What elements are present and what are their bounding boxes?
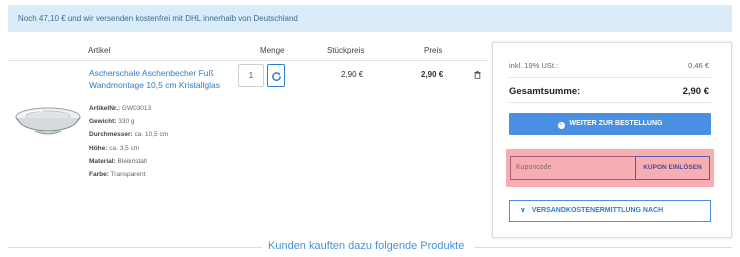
header-article: Artikel: [88, 46, 111, 55]
chevron-down-icon: ∨: [520, 207, 526, 214]
continue-to-order-button[interactable]: › WEITER ZUR BESTELLUNG: [509, 113, 711, 135]
table-divider: [8, 60, 489, 61]
product-image[interactable]: [13, 104, 83, 138]
shipping-cost-button[interactable]: ∨ VERSANDKOSTENERMITTLUNG NACH: [509, 200, 711, 222]
order-summary-panel: inkl. 19% USt.: 0,46 € Gesamtsumme: 2,90…: [492, 42, 732, 238]
line-price: 2,90 €: [421, 70, 444, 79]
meta-weight: Gewicht: 330 g: [89, 118, 135, 125]
coupon-form: Kuponcode KUPON EINLÖSEN: [506, 149, 714, 187]
shipping-cost-label: VERSANDKOSTENERMITTLUNG NACH: [531, 207, 664, 214]
unit-price: 2,90 €: [341, 70, 364, 79]
vat-value: 0,46 €: [688, 61, 709, 70]
coupon-code-input[interactable]: Kuponcode: [510, 156, 635, 180]
banner-text: Noch 47,10 € und wir versenden kostenfre…: [18, 14, 298, 23]
total-label: Gesamtsumme:: [509, 86, 581, 97]
free-shipping-banner: Noch 47,10 € und wir versenden kostenfre…: [8, 5, 732, 32]
quantity-input[interactable]: 1: [238, 64, 264, 87]
section-divider-right: [475, 247, 732, 248]
meta-material: Material: Bleikristall: [89, 158, 147, 165]
meta-height: Höhe: ca. 3,5 cm: [89, 145, 140, 152]
trash-icon[interactable]: [474, 71, 481, 79]
meta-diameter: Durchmesser: ca. 10,5 cm: [89, 131, 169, 138]
continue-to-order-label: WEITER ZUR BESTELLUNG: [569, 120, 663, 127]
product-title-link[interactable]: Ascherschale Aschenbecher Fuß Wandmontag…: [89, 67, 229, 91]
header-price: Preis: [424, 46, 443, 55]
section-divider-left: [8, 247, 262, 248]
redeem-coupon-button[interactable]: KUPON EINLÖSEN: [635, 156, 710, 180]
update-quantity-button[interactable]: [267, 64, 285, 87]
summary-divider: [509, 77, 711, 78]
meta-article-number: ArtikelNr.: GW03013: [89, 105, 152, 112]
header-quantity: Menge: [260, 46, 285, 55]
header-unit-price: Stückpreis: [327, 46, 365, 55]
total-value: 2,90 €: [682, 86, 709, 97]
vat-label: inkl. 19% USt.:: [509, 61, 559, 70]
summary-divider: [509, 102, 711, 103]
meta-color: Farbe: Transparent: [89, 171, 146, 178]
related-products-heading: Kunden kauften dazu folgende Produkte: [268, 240, 465, 252]
arrow-circle-icon: ›: [557, 122, 565, 129]
refresh-icon: [272, 72, 281, 81]
